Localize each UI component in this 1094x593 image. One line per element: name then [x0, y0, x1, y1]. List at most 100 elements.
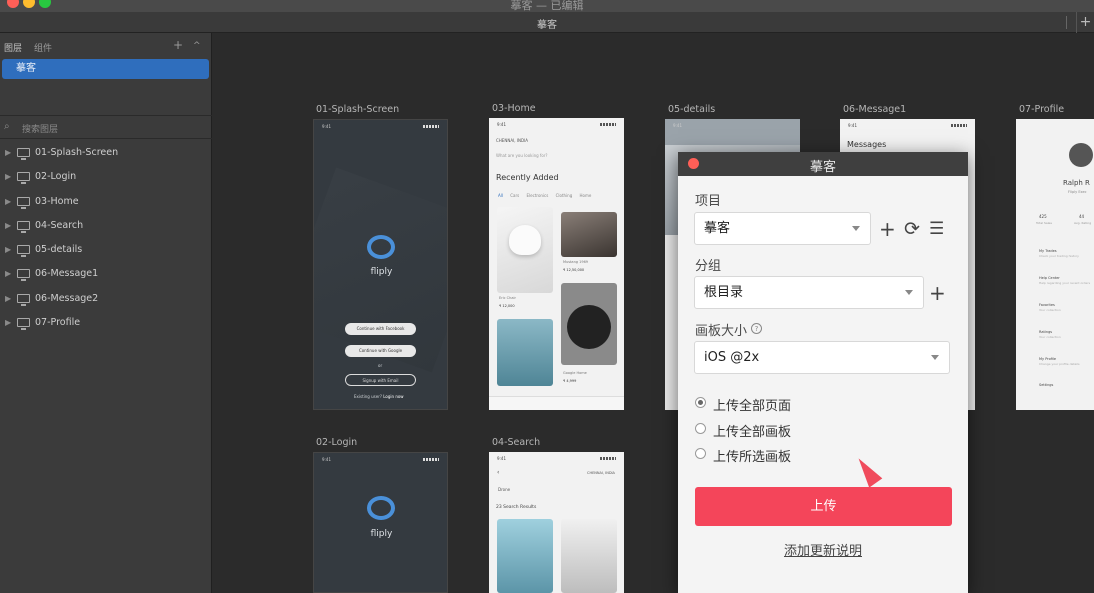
add-project-icon[interactable]: +: [879, 219, 896, 239]
new-tab-button[interactable]: +: [1076, 12, 1094, 33]
tab-components[interactable]: 组件: [34, 41, 52, 54]
product-card-chair[interactable]: [497, 207, 553, 293]
artboard-icon: [17, 318, 30, 331]
artboard-icon: [17, 196, 30, 209]
location-label: CHENNAI, INDIA: [496, 138, 528, 143]
result-card[interactable]: [497, 519, 553, 593]
radio-button[interactable]: [695, 397, 706, 408]
artboard-label[interactable]: 07-Profile: [1019, 104, 1064, 115]
or-label: or: [378, 363, 383, 368]
page-item-moke[interactable]: 摹客: [2, 59, 209, 79]
disclosure-icon[interactable]: ▶: [5, 262, 11, 286]
menu-item[interactable]: My Trades: [1039, 249, 1057, 253]
collapse-icon[interactable]: ^: [193, 41, 201, 51]
sidebar-tabs: 图层 组件 + ^: [0, 33, 211, 57]
chair-image: [509, 225, 541, 255]
layer-item[interactable]: ▶ 04-Search: [0, 214, 212, 238]
google-button[interactable]: Continue with Google: [345, 345, 416, 357]
layer-item[interactable]: ▶ 03-Home: [0, 190, 212, 214]
tab-divider: [1066, 16, 1076, 29]
artboard-size-label: 画板大小: [695, 324, 748, 339]
search-query[interactable]: Drone: [498, 487, 510, 492]
upload-button[interactable]: 上传: [695, 487, 952, 526]
menu-item[interactable]: Favorites: [1039, 303, 1055, 307]
radio-button[interactable]: [695, 448, 706, 459]
artboard-login[interactable]: 9:41 fliply: [313, 452, 448, 593]
artboard-icon: [17, 269, 30, 282]
disclosure-icon[interactable]: ▶: [5, 190, 11, 214]
app-name: fliply: [370, 529, 393, 539]
add-update-note-link[interactable]: 添加更新说明: [678, 540, 968, 559]
layer-item[interactable]: ▶ 02-Login: [0, 165, 212, 189]
product-card-mustang[interactable]: [561, 212, 617, 257]
tab-clothing[interactable]: Clothing: [556, 193, 573, 198]
artboard-icon: [17, 172, 30, 185]
layer-search-input[interactable]: 搜索图层: [22, 122, 58, 135]
artboard-search[interactable]: 9:41 ‹ CHENNAI, INDIA Drone 23 Search Re…: [489, 452, 624, 593]
recently-added-title: Recently Added: [496, 173, 559, 182]
help-icon[interactable]: ?: [751, 323, 762, 334]
disclosure-icon[interactable]: ▶: [5, 311, 11, 335]
layer-search[interactable]: ⌕ 搜索图层: [0, 117, 212, 139]
disclosure-icon[interactable]: ▶: [5, 141, 11, 165]
artboard-label[interactable]: 04-Search: [492, 437, 540, 448]
artboard-label[interactable]: 01-Splash-Screen: [316, 104, 399, 115]
menu-icon[interactable]: ☰: [929, 219, 944, 239]
artboard-label[interactable]: 06-Message1: [843, 104, 906, 115]
tab-cars[interactable]: Cars: [510, 193, 519, 198]
menu-item[interactable]: Settings: [1039, 383, 1053, 387]
group-select[interactable]: 根目录: [694, 276, 924, 309]
layer-item[interactable]: ▶ 01-Splash-Screen: [0, 141, 212, 165]
status-icons: [951, 124, 967, 127]
layer-name: 02-Login: [35, 171, 77, 183]
artboard-label[interactable]: 03-Home: [492, 103, 536, 114]
artboard-icon: [17, 245, 30, 258]
menu-item[interactable]: Help Center: [1039, 276, 1060, 280]
disclosure-icon[interactable]: ▶: [5, 165, 11, 189]
email-signup-button[interactable]: Signup with Email: [345, 374, 416, 386]
back-icon[interactable]: ‹: [497, 469, 499, 476]
artboard-label[interactable]: 05-details: [668, 104, 715, 115]
disclosure-icon[interactable]: ▶: [5, 287, 11, 311]
tab-layers[interactable]: 图层: [4, 41, 22, 54]
product-card-google-home[interactable]: [561, 283, 617, 365]
tab-all[interactable]: All: [498, 193, 503, 198]
layers-sidebar: 图层 组件 + ^ 摹客 ⌕ 搜索图层 ▶ 01-Splash-Screen ▶ 0…: [0, 33, 212, 593]
menu-item[interactable]: Ratings: [1039, 330, 1052, 334]
menu-item-sub: Change your profile details: [1039, 362, 1080, 366]
disclosure-icon[interactable]: ▶: [5, 238, 11, 262]
artboard-splash[interactable]: 9:41 fliply Continue with Facebook Conti…: [313, 119, 448, 410]
layer-item[interactable]: ▶ 06-Message2: [0, 287, 212, 311]
layer-name: 01-Splash-Screen: [35, 147, 119, 158]
add-page-icon[interactable]: +: [173, 38, 183, 52]
status-icons: [423, 125, 439, 128]
tab-home[interactable]: Home: [580, 193, 592, 198]
artboard-icon: [17, 220, 30, 233]
sync-icon[interactable]: ⟳: [904, 219, 920, 239]
stat-value: 44: [1079, 214, 1085, 219]
chevron-down-icon: [852, 226, 860, 231]
tab-electronics[interactable]: Electronics: [527, 193, 549, 198]
disclosure-icon[interactable]: ▶: [5, 214, 11, 238]
radio-button[interactable]: [695, 423, 706, 434]
result-card[interactable]: [561, 519, 617, 593]
status-time: 9:41: [497, 122, 506, 127]
add-group-icon[interactable]: +: [929, 283, 946, 303]
layer-item[interactable]: ▶ 06-Message1: [0, 262, 212, 286]
login-link[interactable]: Login now: [383, 394, 403, 399]
search-field[interactable]: What are you looking for?: [496, 153, 616, 158]
stat-label: Total Sales: [1036, 221, 1052, 225]
bottom-nav: [489, 396, 624, 410]
artboard-label[interactable]: 02-Login: [316, 437, 357, 448]
status-icons: [600, 457, 616, 460]
artboard-size-select[interactable]: iOS @2x: [694, 341, 950, 374]
layer-item[interactable]: ▶ 07-Profile: [0, 311, 212, 335]
product-card-drone[interactable]: [497, 319, 553, 386]
menu-item[interactable]: My Profile: [1039, 357, 1056, 361]
layer-item[interactable]: ▶ 05-details: [0, 238, 212, 262]
artboard-home[interactable]: 9:41 CHENNAI, INDIA What are you looking…: [489, 118, 624, 410]
document-tab[interactable]: 摹客: [0, 16, 1094, 31]
facebook-button[interactable]: Continue with Facebook: [345, 323, 416, 335]
project-select[interactable]: 摹客: [694, 212, 871, 245]
artboard-profile[interactable]: Ralph R Fliply Exec 425 44 Total Sales A…: [1016, 119, 1094, 410]
